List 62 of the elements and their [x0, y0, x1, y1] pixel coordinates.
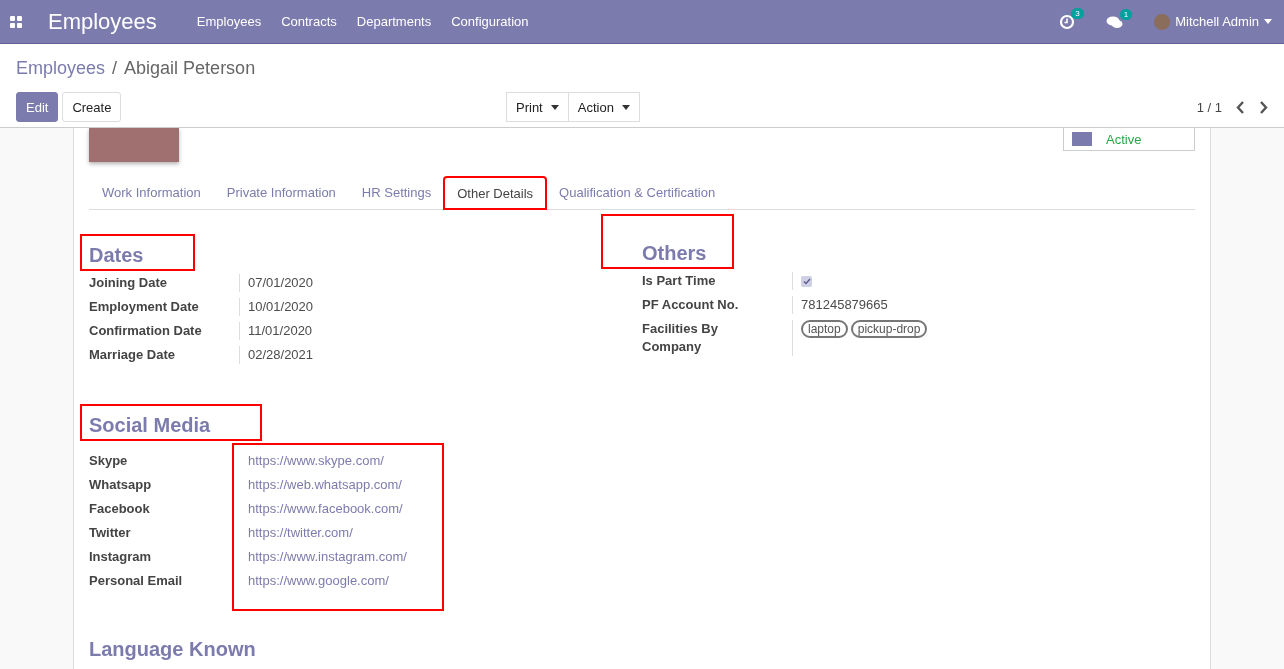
clock-icon[interactable]: [1059, 13, 1076, 30]
field-label: Skype: [89, 452, 129, 470]
section-heading: Language Known: [88, 637, 257, 662]
menu-item[interactable]: Employees: [196, 14, 262, 29]
tab[interactable]: Other Details: [444, 177, 547, 209]
field-label: Employment Date: [89, 298, 200, 316]
section-heading: Others: [603, 216, 733, 267]
menu-item[interactable]: Departments: [356, 14, 432, 29]
field-label: Facebook: [89, 500, 151, 518]
previous-icon[interactable]: [1236, 100, 1245, 114]
archive-icon: [1072, 132, 1092, 146]
section-heading: Dates: [82, 236, 194, 269]
app-title: Employees: [48, 8, 157, 35]
action-dropdown[interactable]: Action: [568, 92, 640, 122]
tab[interactable]: Qualification & Certification: [546, 177, 729, 209]
edit-button[interactable]: Edit: [16, 92, 59, 122]
field-label: Marriage Date: [89, 346, 176, 364]
apps-grid-icon[interactable]: [10, 15, 22, 28]
tag: pickup-drop: [850, 320, 928, 338]
chat-icon[interactable]: [1105, 14, 1124, 29]
field-label: Confirmation Date: [89, 322, 203, 340]
caret-icon[interactable]: [1264, 19, 1272, 24]
breadcrumb-link[interactable]: Employees: [16, 57, 106, 79]
tag: laptop: [801, 320, 848, 338]
url-link[interactable]: https://www.facebook.com/: [248, 500, 407, 518]
url-link[interactable]: https://web.whatsapp.com/: [248, 476, 407, 494]
activity-count-badge: 3: [1071, 7, 1084, 19]
field-value: 02/28/2021: [239, 346, 642, 364]
field-label: Whatsapp: [89, 476, 153, 494]
field-label: Instagram: [89, 548, 153, 566]
caret-icon: [550, 104, 559, 110]
url-link[interactable]: https://twitter.com/: [248, 524, 407, 542]
caret-icon: [621, 104, 630, 110]
field-label: Joining Date: [89, 274, 168, 292]
next-icon[interactable]: [1259, 100, 1268, 114]
part-time-checkbox[interactable]: [801, 276, 812, 288]
create-button[interactable]: Create: [62, 92, 122, 122]
field-label: PF Account No.: [642, 296, 740, 314]
url-link[interactable]: https://www.google.com/: [248, 572, 407, 590]
breadcrumb-separator: /: [112, 57, 118, 79]
field-label: Facilities By Company: [642, 320, 719, 356]
user-menu[interactable]: Mitchell Admin: [1175, 14, 1259, 29]
field-label: Personal Email: [89, 572, 184, 590]
tab[interactable]: Work Information: [89, 177, 214, 209]
print-dropdown[interactable]: Print: [506, 92, 569, 122]
menu-item[interactable]: Contracts: [281, 14, 337, 29]
field-value: 11/01/2020: [239, 322, 642, 340]
tab[interactable]: HR Settings: [348, 177, 445, 209]
section-heading: Social Media: [82, 406, 261, 439]
active-status-button[interactable]: Active: [1063, 128, 1195, 151]
url-link[interactable]: https://www.instagram.com/: [248, 548, 407, 566]
message-count-badge: 1: [1119, 8, 1133, 20]
breadcrumb-current: Abigail Peterson: [124, 57, 256, 79]
menu-item[interactable]: Configuration: [451, 14, 529, 29]
pager-value: 1 / 1: [1196, 99, 1222, 115]
field-value: 10/01/2020: [239, 298, 642, 316]
field-label: Is Part Time: [642, 272, 717, 290]
url-link[interactable]: https://www.skype.com/: [248, 452, 407, 470]
tab[interactable]: Private Information: [213, 177, 349, 209]
field-value: 781245879665: [801, 297, 888, 312]
field-value: 07/01/2020: [239, 274, 642, 292]
field-label: Twitter: [89, 524, 132, 542]
